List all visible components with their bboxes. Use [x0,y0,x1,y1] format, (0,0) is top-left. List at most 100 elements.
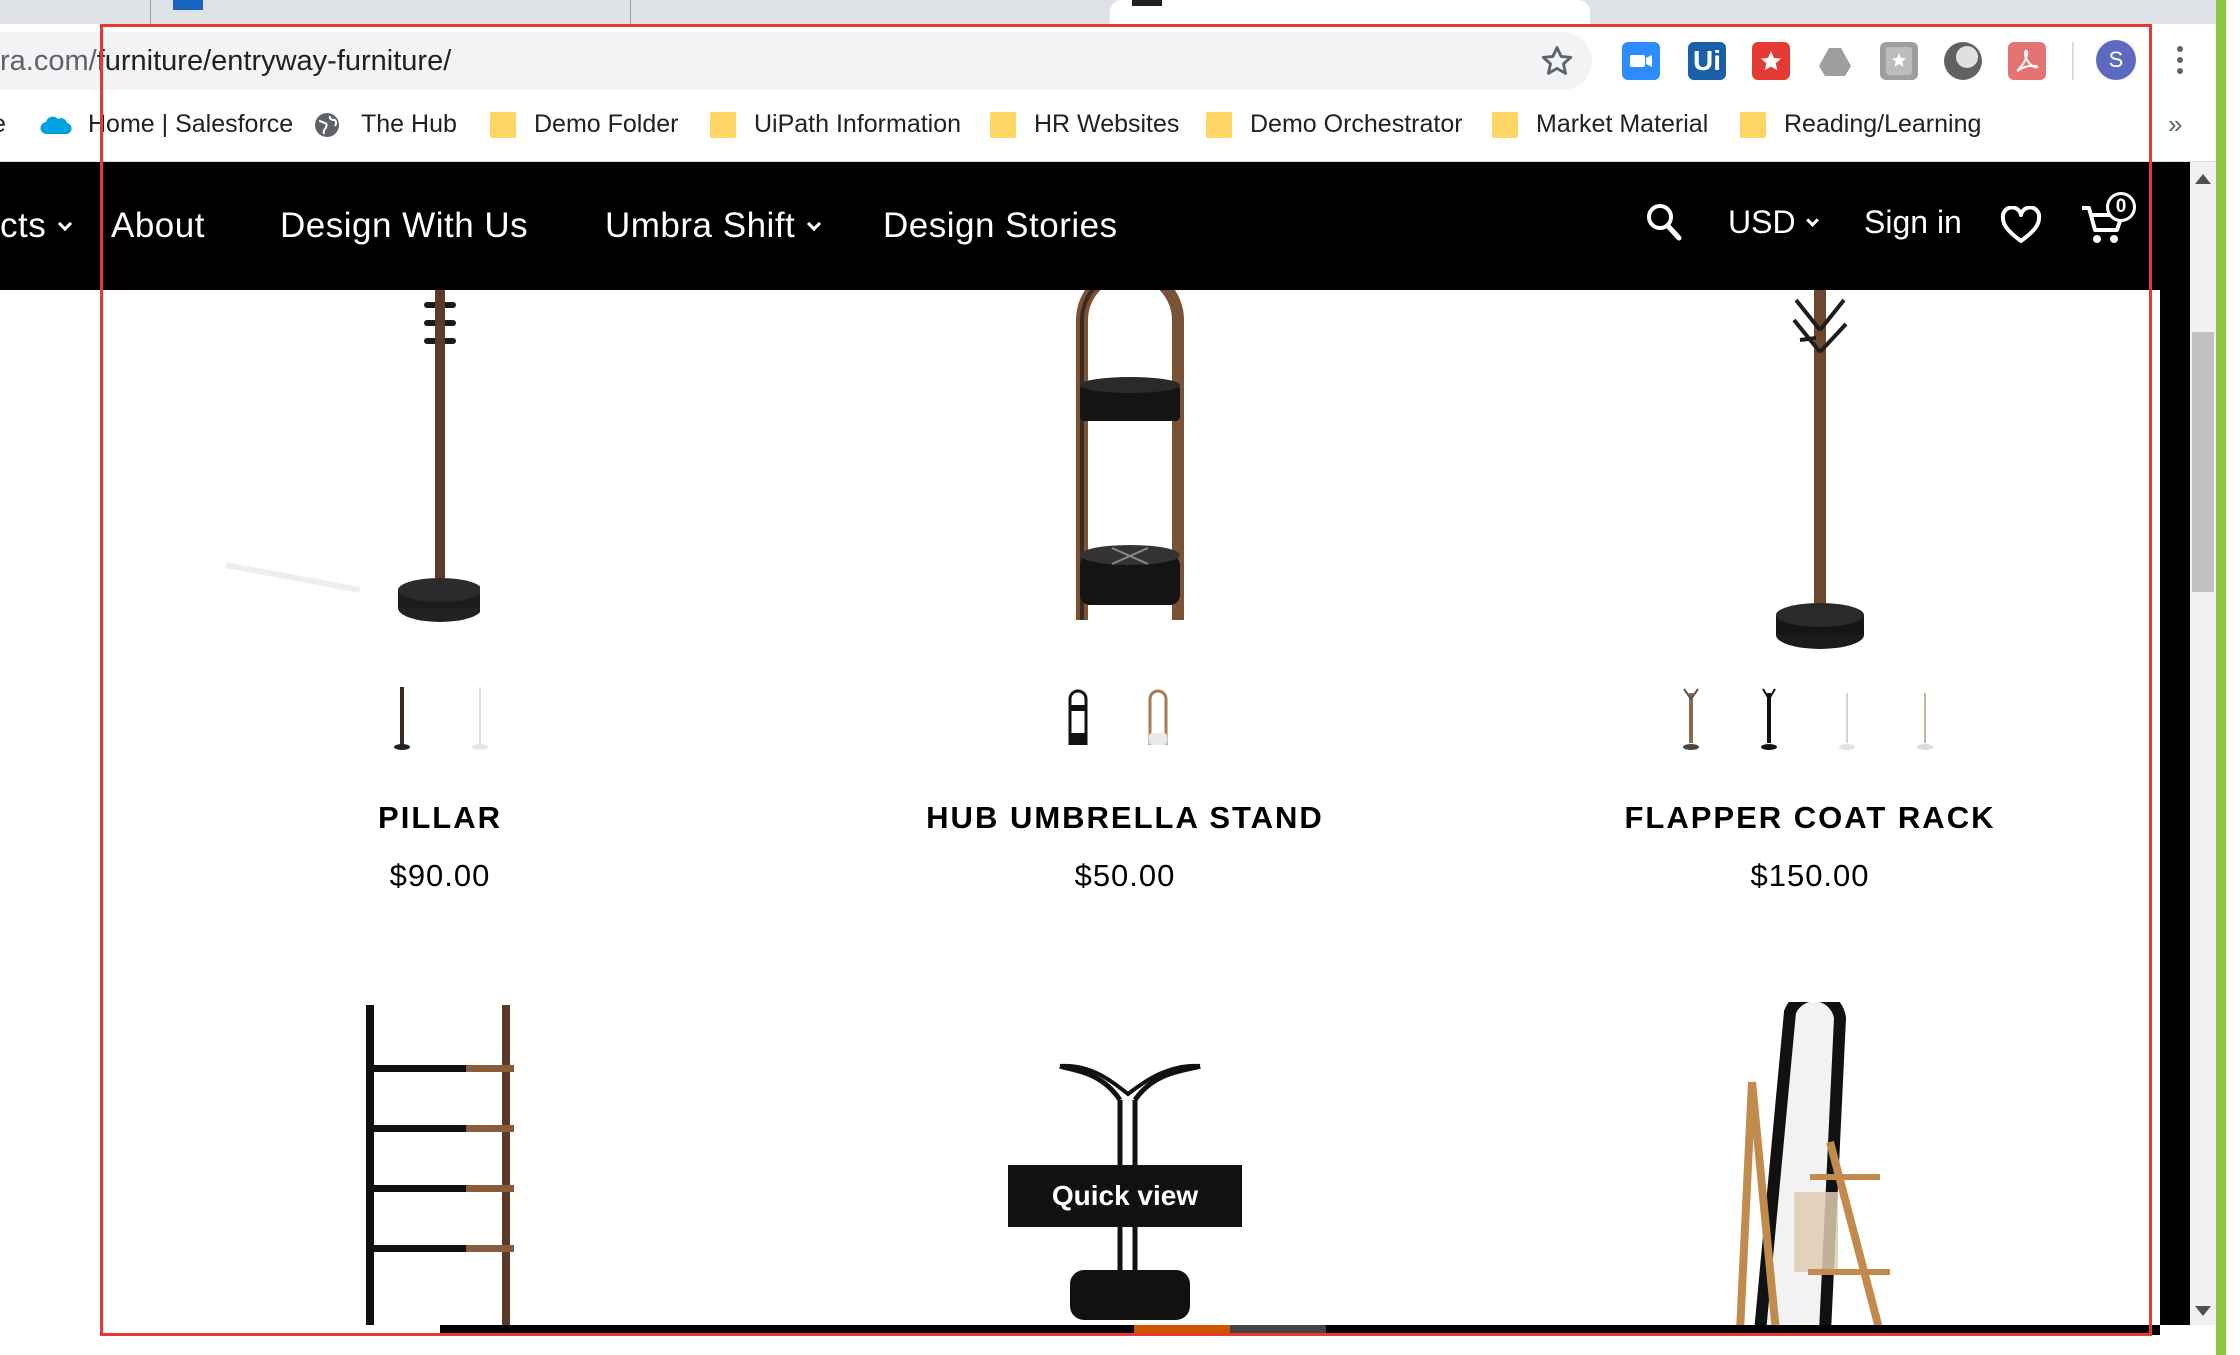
wishlist-heart-icon[interactable] [2000,206,2042,244]
product-grid: PILLAR $90.00 HUB UMBRELLA STAND $50.00 [0,290,2160,1325]
scroll-segment [1134,1325,1230,1335]
browser-toolbar: ra.com/furniture/entryway-furniture/ Ui … [0,24,2240,96]
site-navigation: cts About Design With Us Umbra Shift Des… [0,162,2160,290]
globe-icon [315,113,339,137]
bookmark-label: Demo Folder [534,110,679,138]
red-extension-icon[interactable] [1752,42,1790,80]
browser-menu-icon[interactable] [2168,40,2192,80]
color-swatch-white[interactable] [465,685,495,755]
pillar-product-image[interactable] [220,290,480,635]
browser-tab[interactable] [630,0,1110,24]
product-price: $90.00 [389,858,491,893]
folder-icon [710,112,736,138]
chevron-down-icon [807,216,822,232]
url-text[interactable]: ra.com/furniture/entryway-furniture/ [0,32,451,90]
address-bar[interactable]: ra.com/furniture/entryway-furniture/ [0,32,1592,90]
chevron-down-icon [58,216,73,232]
profile-avatar[interactable]: S [2096,40,2136,80]
bookmark-label: HR Websites [1034,110,1180,138]
nav-label: cts [0,206,47,245]
scroll-up-arrow-icon[interactable] [2195,174,2211,184]
uipath-extension-icon[interactable]: Ui [1688,42,1726,80]
color-swatch-black[interactable] [1754,685,1784,755]
salesforce-cloud-icon [40,116,72,135]
url-path: furniture/entryway-furniture/ [96,45,452,77]
color-swatch-natural[interactable] [1676,685,1706,755]
bookmark-demo-orchestrator[interactable]: Demo Orchestrator [1206,96,1466,162]
tab-favicon-icon [173,0,203,10]
cart-button[interactable]: 0 [2080,192,2140,252]
product-name[interactable]: FLAPPER COAT RACK [1460,800,2160,836]
bookmark-uipath-information[interactable]: UiPath Information [710,96,970,162]
browser-tab-active[interactable] [1110,0,1590,24]
nav-design-stories[interactable]: Design Stories [883,162,1118,290]
bookmark-label: Home | Salesforce [88,110,294,138]
screen-edge [2226,0,2240,1355]
more-bookmarks-button[interactable]: » [2168,96,2182,152]
mirror-product-image[interactable] [1730,1002,1910,1325]
bookmark-hr-websites[interactable]: HR Websites [990,96,1180,162]
folder-icon [1206,112,1232,138]
nav-products[interactable]: cts [0,162,73,290]
nav-about[interactable]: About [111,162,205,290]
product-name[interactable]: PILLAR [90,800,790,836]
bookmark-salesforce[interactable]: Home | Salesforce [38,96,298,162]
drive-extension-icon[interactable] [1816,42,1854,80]
folder-icon [990,112,1016,138]
folder-icon [1740,112,1766,138]
nav-label: Umbra Shift [605,206,796,245]
pdf-extension-icon[interactable] [2008,42,2046,80]
chevron-down-icon [1805,214,1819,227]
zoom-extension-icon[interactable] [1622,42,1660,80]
bookmark-the-hub[interactable]: The Hub [314,96,474,162]
bookmark-label: Reading/Learning [1784,110,1982,138]
circle-extension-icon[interactable] [1944,42,1982,80]
scroll-segment [440,1325,1140,1335]
bookmark-partial[interactable]: e [0,96,12,162]
toolbar-separator [2072,42,2074,80]
browser-tab[interactable] [0,0,150,24]
bookmark-label: The Hub [361,110,457,138]
nav-umbra-shift[interactable]: Umbra Shift [605,162,822,290]
currency-selector[interactable]: USD [1728,162,1819,290]
sign-in-link[interactable]: Sign in [1864,162,1962,290]
browser-tab-strip [0,0,2240,24]
quick-view-button[interactable]: Quick view [1008,1165,1242,1227]
color-swatch-black[interactable] [1063,685,1093,755]
hub-umbrella-stand-product-image[interactable] [1060,290,1200,620]
bookmark-label: UiPath Information [754,110,962,138]
scrollbar-thumb[interactable] [2192,332,2214,592]
scroll-down-arrow-icon[interactable] [2195,1306,2211,1316]
page-right-edge [2160,162,2190,1325]
color-swatch-natural[interactable] [1143,685,1173,755]
color-swatch-ash[interactable] [1910,685,1940,755]
horizontal-scroll-region [0,1325,2190,1355]
browser-tab[interactable] [150,0,630,24]
bookmark-demo-folder[interactable]: Demo Folder [490,96,690,162]
cart-count-badge: 0 [2106,192,2136,222]
bookmark-extension-icon[interactable] [1880,42,1918,80]
ladder-product-image[interactable] [350,1005,530,1325]
bookmark-market-material[interactable]: Market Material [1492,96,1722,162]
search-icon[interactable] [1645,202,1683,242]
bookmarks-bar: e Home | Salesforce The Hub Demo Folder … [0,96,2240,162]
bookmark-star-icon[interactable] [1538,42,1576,80]
flapper-coat-rack-product-image[interactable] [1750,290,1890,650]
bookmark-reading-learning[interactable]: Reading/Learning [1740,96,2000,162]
bookmark-label: Demo Orchestrator [1250,110,1463,138]
folder-icon [1492,112,1518,138]
scroll-segment [1326,1325,2160,1335]
window-edge-accent [2216,0,2226,1355]
product-price: $150.00 [1750,858,1870,893]
product-price: $50.00 [1074,858,1176,893]
currency-label: USD [1728,204,1796,240]
color-swatch-white[interactable] [1832,685,1862,755]
bookmark-label: Market Material [1536,110,1709,138]
folder-icon [490,112,516,138]
product-name[interactable]: HUB UMBRELLA STAND [775,800,1475,836]
scroll-segment [1230,1325,1326,1335]
color-swatch-walnut[interactable] [387,685,417,755]
url-domain: ra.com/ [0,45,97,77]
nav-design-with-us[interactable]: Design With Us [280,162,528,290]
tab-favicon-icon [1132,0,1162,6]
